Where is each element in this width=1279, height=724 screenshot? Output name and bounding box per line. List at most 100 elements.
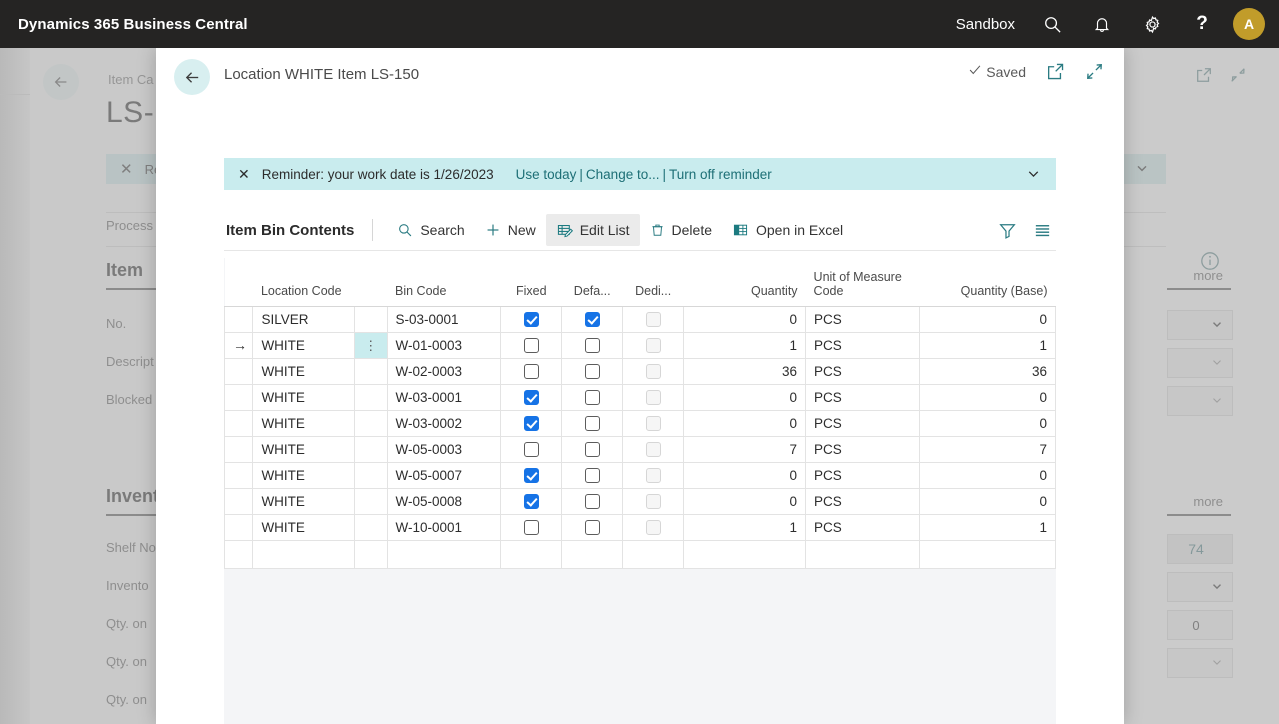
list-options-icon[interactable] bbox=[1033, 221, 1052, 240]
cell-quantity[interactable]: 1 bbox=[683, 513, 807, 541]
row-menu-button[interactable] bbox=[354, 513, 388, 541]
checkbox[interactable] bbox=[584, 337, 600, 353]
search-button[interactable]: Search bbox=[387, 214, 474, 246]
cell-quantity-base[interactable]: 0 bbox=[918, 487, 1057, 515]
cell-default[interactable] bbox=[561, 357, 624, 385]
cell-default[interactable] bbox=[561, 513, 624, 541]
cell-fixed[interactable] bbox=[500, 409, 563, 437]
checkbox[interactable] bbox=[523, 337, 539, 353]
row-menu-button[interactable] bbox=[354, 383, 388, 411]
cell-quantity[interactable]: 1 bbox=[683, 331, 807, 359]
cell-bin-code[interactable]: W-03-0002 bbox=[386, 409, 502, 437]
row-menu-button[interactable] bbox=[354, 305, 388, 333]
cell-bin-code[interactable]: W-10-0001 bbox=[386, 513, 502, 541]
table-row[interactable]: WHITE W-10-0001 1 PCS 1 bbox=[223, 513, 1057, 541]
checkbox[interactable] bbox=[584, 389, 600, 405]
cell-unit-of-measure-code[interactable]: PCS bbox=[805, 383, 920, 411]
column-header-unit-of-measure-code[interactable]: Unit of Measure Code bbox=[805, 258, 920, 307]
checkbox[interactable] bbox=[523, 311, 539, 327]
row-menu-button[interactable] bbox=[354, 539, 388, 569]
cell-location-code[interactable]: WHITE bbox=[252, 461, 356, 489]
checkbox[interactable] bbox=[584, 519, 600, 535]
checkbox[interactable] bbox=[584, 311, 600, 327]
checkbox[interactable] bbox=[523, 493, 539, 509]
cell-default[interactable] bbox=[561, 487, 624, 515]
column-header-fixed[interactable]: Fixed bbox=[500, 258, 562, 307]
cell-fixed[interactable] bbox=[500, 487, 563, 515]
cell-quantity-base[interactable]: 0 bbox=[918, 383, 1057, 411]
row-menu-button[interactable] bbox=[354, 461, 388, 489]
cell-unit-of-measure-code[interactable]: PCS bbox=[805, 461, 920, 489]
cell-default[interactable] bbox=[561, 383, 624, 411]
cell-default[interactable] bbox=[561, 461, 624, 489]
table-new-row[interactable] bbox=[223, 539, 1057, 569]
cell-fixed[interactable] bbox=[500, 357, 563, 385]
cell-default[interactable] bbox=[561, 305, 624, 333]
cell-default[interactable] bbox=[561, 435, 624, 463]
cell-unit-of-measure-code[interactable] bbox=[805, 539, 920, 569]
cell-quantity-base[interactable]: 1 bbox=[918, 513, 1057, 541]
cell-bin-code[interactable]: W-05-0007 bbox=[386, 461, 502, 489]
checkbox[interactable] bbox=[523, 415, 539, 431]
checkbox[interactable] bbox=[523, 441, 539, 457]
checkbox[interactable] bbox=[584, 363, 600, 379]
row-menu-button[interactable] bbox=[354, 435, 388, 463]
checkbox[interactable] bbox=[584, 441, 600, 457]
turn-off-reminder-link[interactable]: Turn off reminder bbox=[669, 167, 772, 182]
cell-location-code[interactable]: WHITE bbox=[252, 383, 356, 411]
expand-icon[interactable] bbox=[1085, 62, 1104, 81]
cell-default[interactable] bbox=[561, 409, 624, 437]
cell-unit-of-measure-code[interactable]: PCS bbox=[805, 305, 920, 333]
row-menu-button[interactable] bbox=[354, 357, 388, 385]
checkbox[interactable] bbox=[523, 467, 539, 483]
table-row[interactable]: WHITE W-05-0003 7 PCS 7 bbox=[223, 435, 1057, 463]
column-header-default[interactable]: Defa... bbox=[561, 258, 623, 307]
column-header-dedicated[interactable]: Dedi... bbox=[622, 258, 684, 307]
cell-unit-of-measure-code[interactable]: PCS bbox=[805, 487, 920, 515]
row-menu-button[interactable] bbox=[354, 487, 388, 515]
cell-bin-code[interactable]: W-05-0003 bbox=[386, 435, 502, 463]
cell-location-code[interactable]: SILVER bbox=[252, 305, 356, 333]
cell-quantity[interactable]: 7 bbox=[683, 435, 807, 463]
open-in-new-window-icon[interactable] bbox=[1046, 62, 1065, 81]
dialog-back-button[interactable] bbox=[174, 59, 210, 95]
cell-fixed[interactable] bbox=[500, 331, 563, 359]
cell-location-code[interactable]: WHITE bbox=[252, 487, 356, 515]
cell-quantity-base[interactable]: 36 bbox=[918, 357, 1057, 385]
column-header-bin-code[interactable]: Bin Code bbox=[387, 258, 501, 307]
cell-quantity-base[interactable]: 1 bbox=[918, 331, 1057, 359]
notifications-bell-icon[interactable] bbox=[1077, 0, 1127, 48]
cell-fixed[interactable] bbox=[500, 513, 563, 541]
cell-quantity[interactable]: 0 bbox=[683, 383, 807, 411]
column-header-location-code[interactable]: Location Code bbox=[252, 258, 355, 307]
cell-quantity-base[interactable]: 0 bbox=[918, 305, 1057, 333]
cell-fixed[interactable] bbox=[500, 435, 563, 463]
cell-unit-of-measure-code[interactable]: PCS bbox=[805, 513, 920, 541]
cell-bin-code[interactable]: S-03-0001 bbox=[386, 305, 502, 333]
close-icon[interactable]: ✕ bbox=[238, 167, 250, 181]
avatar[interactable]: A bbox=[1233, 8, 1265, 40]
new-button[interactable]: New bbox=[475, 214, 546, 246]
cell-unit-of-measure-code[interactable]: PCS bbox=[805, 435, 920, 463]
cell-fixed[interactable] bbox=[500, 383, 563, 411]
cell-unit-of-measure-code[interactable]: PCS bbox=[805, 409, 920, 437]
table-row[interactable]: WHITE W-02-0003 36 PCS 36 bbox=[223, 357, 1057, 385]
column-header-quantity-base[interactable]: Quantity (Base) bbox=[919, 258, 1056, 307]
cell-bin-code[interactable]: W-02-0003 bbox=[386, 357, 502, 385]
checkbox[interactable] bbox=[523, 363, 539, 379]
cell-location-code[interactable]: WHITE bbox=[252, 513, 356, 541]
cell-quantity[interactable]: 0 bbox=[683, 409, 807, 437]
settings-gear-icon[interactable] bbox=[1127, 0, 1177, 48]
cell-default[interactable] bbox=[561, 331, 624, 359]
row-menu-button[interactable]: ⋮ bbox=[354, 331, 388, 359]
table-row[interactable]: WHITE W-05-0007 0 PCS 0 bbox=[223, 461, 1057, 489]
cell-default[interactable] bbox=[561, 539, 624, 569]
cell-unit-of-measure-code[interactable]: PCS bbox=[805, 357, 920, 385]
table-row[interactable]: WHITE W-03-0002 0 PCS 0 bbox=[223, 409, 1057, 437]
change-to-link[interactable]: Change to... bbox=[586, 167, 660, 182]
cell-bin-code[interactable]: W-03-0001 bbox=[386, 383, 502, 411]
chevron-down-icon[interactable] bbox=[1025, 165, 1042, 185]
cell-quantity[interactable]: 0 bbox=[683, 461, 807, 489]
open-in-excel-button[interactable]: Open in Excel bbox=[722, 214, 853, 246]
cell-fixed[interactable] bbox=[500, 305, 563, 333]
